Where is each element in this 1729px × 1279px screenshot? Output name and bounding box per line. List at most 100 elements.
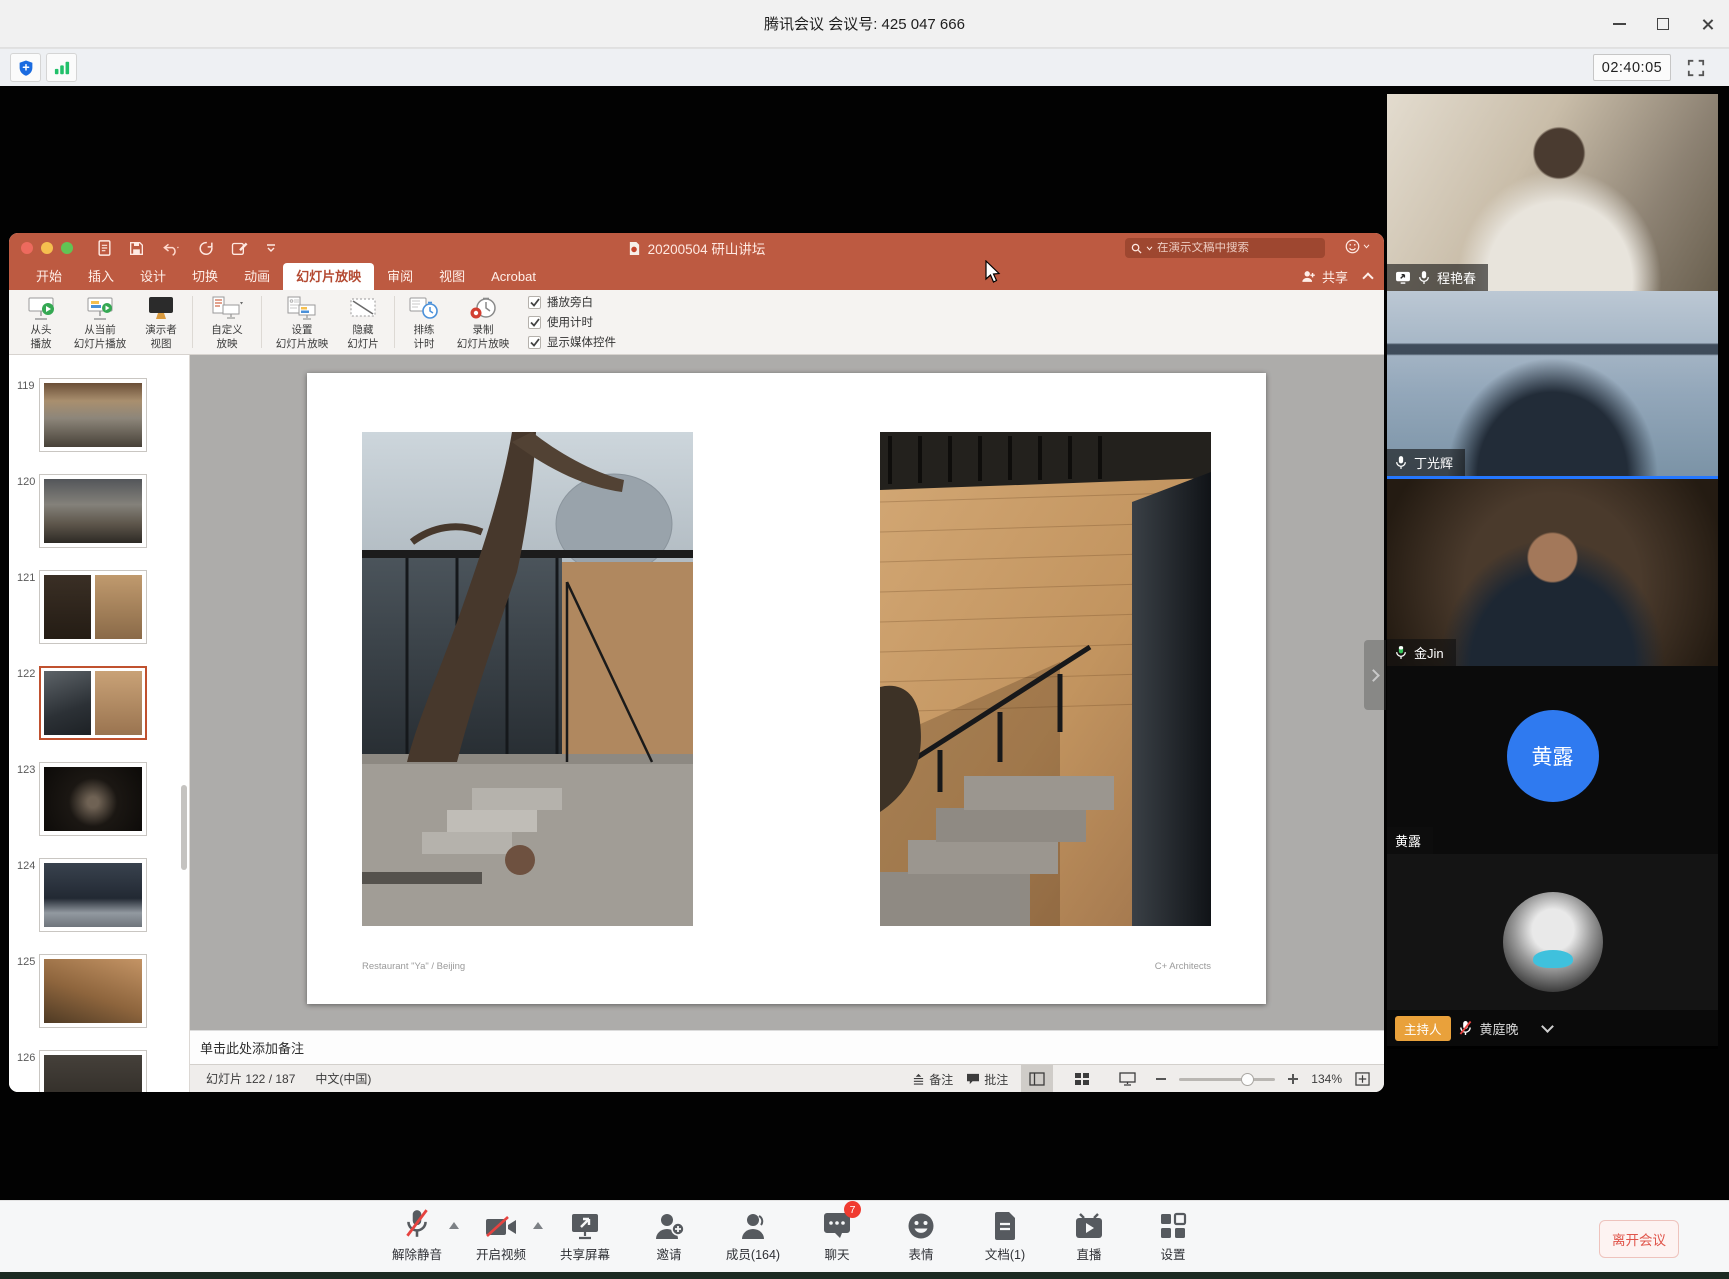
zoom-out-button[interactable]	[1156, 1078, 1166, 1080]
undo-icon[interactable]	[161, 241, 181, 256]
current-slide[interactable]: Restaurant "Ya" / Beijing C+ Architects	[307, 373, 1266, 1004]
collapse-ribbon-icon[interactable]	[1362, 272, 1373, 283]
language-indicator[interactable]: 中文(中国)	[315, 1070, 371, 1087]
slide-photo-courtyard-tree	[362, 432, 693, 926]
draw-edit-icon[interactable]	[231, 241, 249, 256]
maximize-button[interactable]	[1641, 0, 1685, 48]
settings-grid-icon	[1159, 1212, 1187, 1240]
tab-animations[interactable]: 动画	[231, 263, 283, 290]
ppt-titlebar: 20200504 研山讲坛	[9, 233, 1384, 263]
slide-thumbnail-124[interactable]: 124	[9, 858, 190, 948]
camera-options-caret[interactable]	[533, 1222, 543, 1229]
record-slideshow-button[interactable]: 录制 幻灯片放映	[448, 290, 518, 354]
zoom-slider[interactable]	[1179, 1078, 1275, 1081]
thumbnail-scrollbar[interactable]	[181, 785, 187, 870]
tab-design[interactable]: 设计	[127, 263, 179, 290]
zoom-in-button[interactable]	[1288, 1074, 1298, 1084]
tab-view[interactable]: 视图	[426, 263, 478, 290]
slideshow-view-button[interactable]	[1111, 1065, 1143, 1092]
save-icon[interactable]	[129, 241, 144, 256]
unmute-button[interactable]: 解除静音	[386, 1206, 448, 1263]
checkbox-play-narration[interactable]: 播放旁白	[528, 294, 616, 310]
tab-transitions[interactable]: 切换	[179, 263, 231, 290]
screen-bottom-edge	[0, 1272, 1729, 1279]
settings-button[interactable]: 设置	[1142, 1206, 1204, 1263]
mic-options-caret[interactable]	[449, 1222, 459, 1229]
fullscreen-button[interactable]	[1683, 55, 1709, 81]
normal-view-button[interactable]	[1021, 1065, 1053, 1092]
search-input[interactable]	[1157, 242, 1319, 254]
tab-home[interactable]: 开始	[23, 263, 75, 290]
zoom-level[interactable]: 134%	[1311, 1072, 1342, 1086]
hide-slide-button[interactable]: 隐藏 幻灯片	[337, 290, 389, 354]
tab-slideshow[interactable]: 幻灯片放映	[283, 263, 374, 290]
notes-toggle-icon	[912, 1073, 925, 1085]
new-slide-icon[interactable]	[97, 240, 112, 256]
start-video-button[interactable]: 开启视频	[470, 1206, 532, 1263]
video-panel-toggle[interactable]	[1364, 640, 1386, 710]
mac-close-button[interactable]	[21, 242, 33, 254]
play-from-current-button[interactable]: 从当前 幻灯片播放	[65, 290, 135, 354]
mac-minimize-button[interactable]	[41, 242, 53, 254]
slide-thumbnail-119[interactable]: 119	[9, 378, 190, 468]
video-tile-5-host[interactable]: 主持人 黄庭晚	[1387, 854, 1718, 1046]
share-button[interactable]: 共享	[1301, 267, 1348, 286]
tab-review[interactable]: 审阅	[374, 263, 426, 290]
slide-counter[interactable]: 幻灯片 122 / 187	[206, 1070, 295, 1087]
slide-thumbnail-125[interactable]: 125	[9, 954, 190, 1044]
live-button[interactable]: 直播	[1058, 1206, 1120, 1263]
members-button[interactable]: 成员(164)	[722, 1206, 784, 1263]
slide-thumbnail-120[interactable]: 120	[9, 474, 190, 564]
network-status-button[interactable]	[46, 53, 77, 82]
tab-insert[interactable]: 插入	[75, 263, 127, 290]
share-screen-button[interactable]: 共享屏幕	[554, 1206, 616, 1263]
fit-to-window-icon[interactable]	[1355, 1072, 1370, 1086]
ppt-search-box[interactable]	[1125, 238, 1325, 258]
share-screen-icon	[570, 1212, 600, 1240]
play-from-start-icon	[26, 296, 56, 322]
checkbox-use-timings[interactable]: 使用计时	[528, 314, 616, 330]
comments-toggle-button[interactable]: 批注	[966, 1071, 1008, 1088]
video-tile-1[interactable]: 程艳春	[1387, 94, 1718, 291]
security-button[interactable]	[10, 53, 41, 82]
video-tile-4[interactable]: 黄露 黄露	[1387, 666, 1718, 854]
notes-pane[interactable]: 单击此处添加备注	[190, 1030, 1384, 1064]
video-tile-2-active-speaker[interactable]: 丁光辉	[1387, 291, 1718, 479]
setup-slideshow-button[interactable]: 设置 幻灯片放映	[267, 290, 337, 354]
leave-meeting-button[interactable]: 离开会议	[1599, 1220, 1679, 1258]
reactions-button[interactable]: 表情	[890, 1206, 952, 1263]
slide-thumbnail-122-selected[interactable]: 122	[9, 666, 190, 756]
notes-toggle-button[interactable]: 备注	[912, 1071, 953, 1088]
meeting-timer: 02:40:05	[1593, 54, 1671, 81]
meeting-toolbar-top: 02:40:05	[0, 48, 1729, 86]
docs-button[interactable]: 文档(1)	[974, 1206, 1036, 1263]
play-from-start-button[interactable]: 从头 播放	[17, 290, 65, 354]
redo-icon[interactable]	[198, 241, 214, 256]
slide-thumbnail-panel: 119 120 121 122 123	[9, 355, 190, 1092]
zoom-slider-knob[interactable]	[1241, 1073, 1254, 1086]
mac-zoom-button[interactable]	[61, 242, 73, 254]
close-button[interactable]	[1685, 0, 1729, 48]
slide-thumbnail-126[interactable]: 126	[9, 1050, 190, 1092]
chevron-down-icon[interactable]	[1541, 1020, 1554, 1033]
chat-button[interactable]: 聊天 7	[806, 1206, 868, 1263]
tab-acrobat[interactable]: Acrobat	[478, 263, 549, 290]
chat-unread-badge: 7	[844, 1201, 861, 1218]
search-scope-caret-icon	[1146, 246, 1153, 251]
presenter-view-button[interactable]: 演示者 视图	[135, 290, 187, 354]
checkbox-show-media-controls[interactable]: 显示媒体控件	[528, 334, 616, 350]
play-from-current-icon	[85, 296, 115, 322]
slide-thumbnail-121[interactable]: 121	[9, 570, 190, 660]
custom-show-button[interactable]: 自定义 放映	[198, 290, 256, 354]
rehearse-timings-button[interactable]: 排练 计时	[400, 290, 448, 354]
feedback-smiley-button[interactable]	[1345, 239, 1370, 254]
slide-canvas: Restaurant "Ya" / Beijing C+ Architects	[190, 355, 1384, 1030]
minimize-button[interactable]	[1597, 0, 1641, 48]
video-tile-3[interactable]: 金Jin	[1387, 479, 1718, 666]
invite-button[interactable]: 邀请	[638, 1206, 700, 1263]
ppt-ribbon-tabs: 开始 插入 设计 切换 动画 幻灯片放映 审阅 视图 Acrobat 共享	[9, 263, 1384, 290]
slide-thumbnail-123[interactable]: 123	[9, 762, 190, 852]
slide-sorter-view-button[interactable]	[1066, 1065, 1098, 1092]
mic-muted-icon	[404, 1208, 430, 1240]
qat-dropdown-icon[interactable]	[266, 244, 276, 252]
